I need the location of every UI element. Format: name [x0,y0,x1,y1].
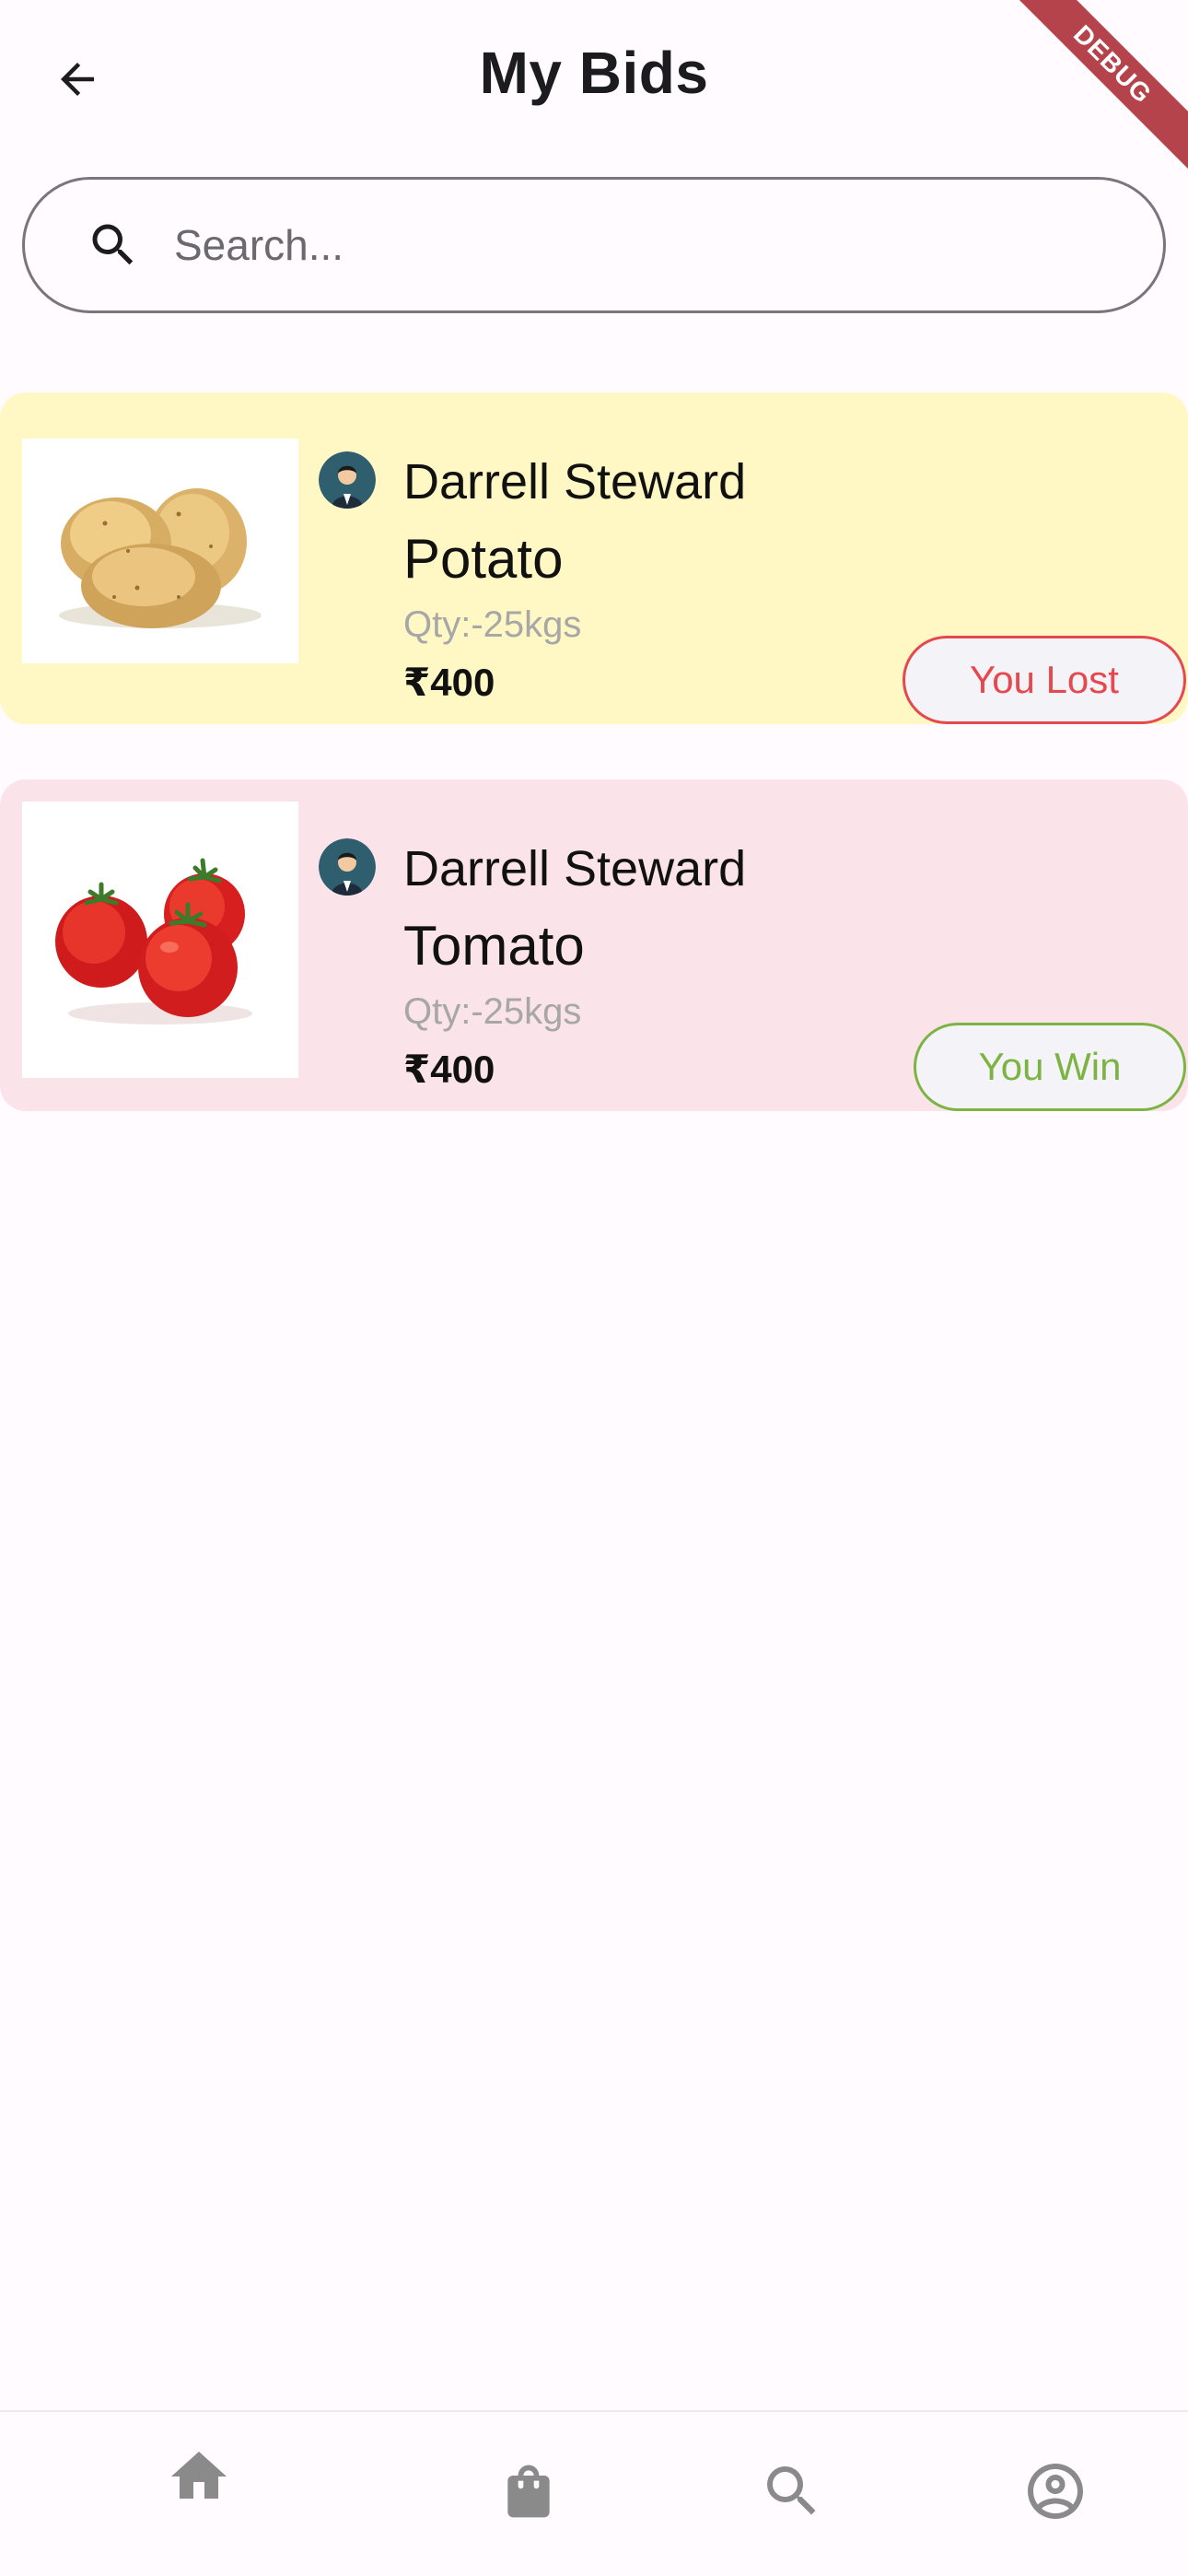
account-circle-icon [1028,2464,1083,2519]
debug-banner: DEBUG [1004,0,1188,184]
seller-avatar [319,451,376,509]
potato-image [22,439,298,663]
my-bids-screen: My Bids DEBUG Search... Darrell Steward … [0,0,1188,2576]
app-bar: My Bids DEBUG [0,0,1188,170]
seller-name: Darrell Steward [403,454,747,509]
price-label: ₹400 [403,1048,495,1091]
tomato-image [22,802,298,1078]
quantity-label: Qty:-25kgs [403,991,582,1032]
bid-card-potato[interactable]: Darrell Steward Potato Qty:-25kgs ₹400 Y… [0,392,1188,724]
product-name: Tomato [403,915,585,977]
home-icon [171,2452,227,2499]
seller-avatar [319,838,376,896]
debug-banner-label: DEBUG [1007,0,1188,170]
nav-search[interactable] [728,2427,856,2556]
quantity-label: Qty:-25kgs [403,604,582,645]
search-icon [86,217,141,273]
search-input[interactable] [174,199,1095,291]
status-win-button[interactable]: You Win [914,1023,1186,1111]
search-bar[interactable] [22,177,1166,313]
nav-bag[interactable] [464,2427,593,2556]
shopping-bag-icon [507,2465,550,2518]
product-name: Potato [403,528,564,590]
bottom-navigation-bar [0,2410,1188,2576]
nav-home[interactable] [134,2412,263,2541]
status-lost-button[interactable]: You Lost [903,636,1186,724]
search-icon [767,2466,816,2515]
seller-name: Darrell Steward [403,841,747,896]
bid-card-tomato[interactable]: Darrell Steward Tomato Qty:-25kgs ₹400 Y… [0,779,1188,1111]
nav-profile[interactable] [991,2427,1120,2556]
price-label: ₹400 [403,661,495,704]
